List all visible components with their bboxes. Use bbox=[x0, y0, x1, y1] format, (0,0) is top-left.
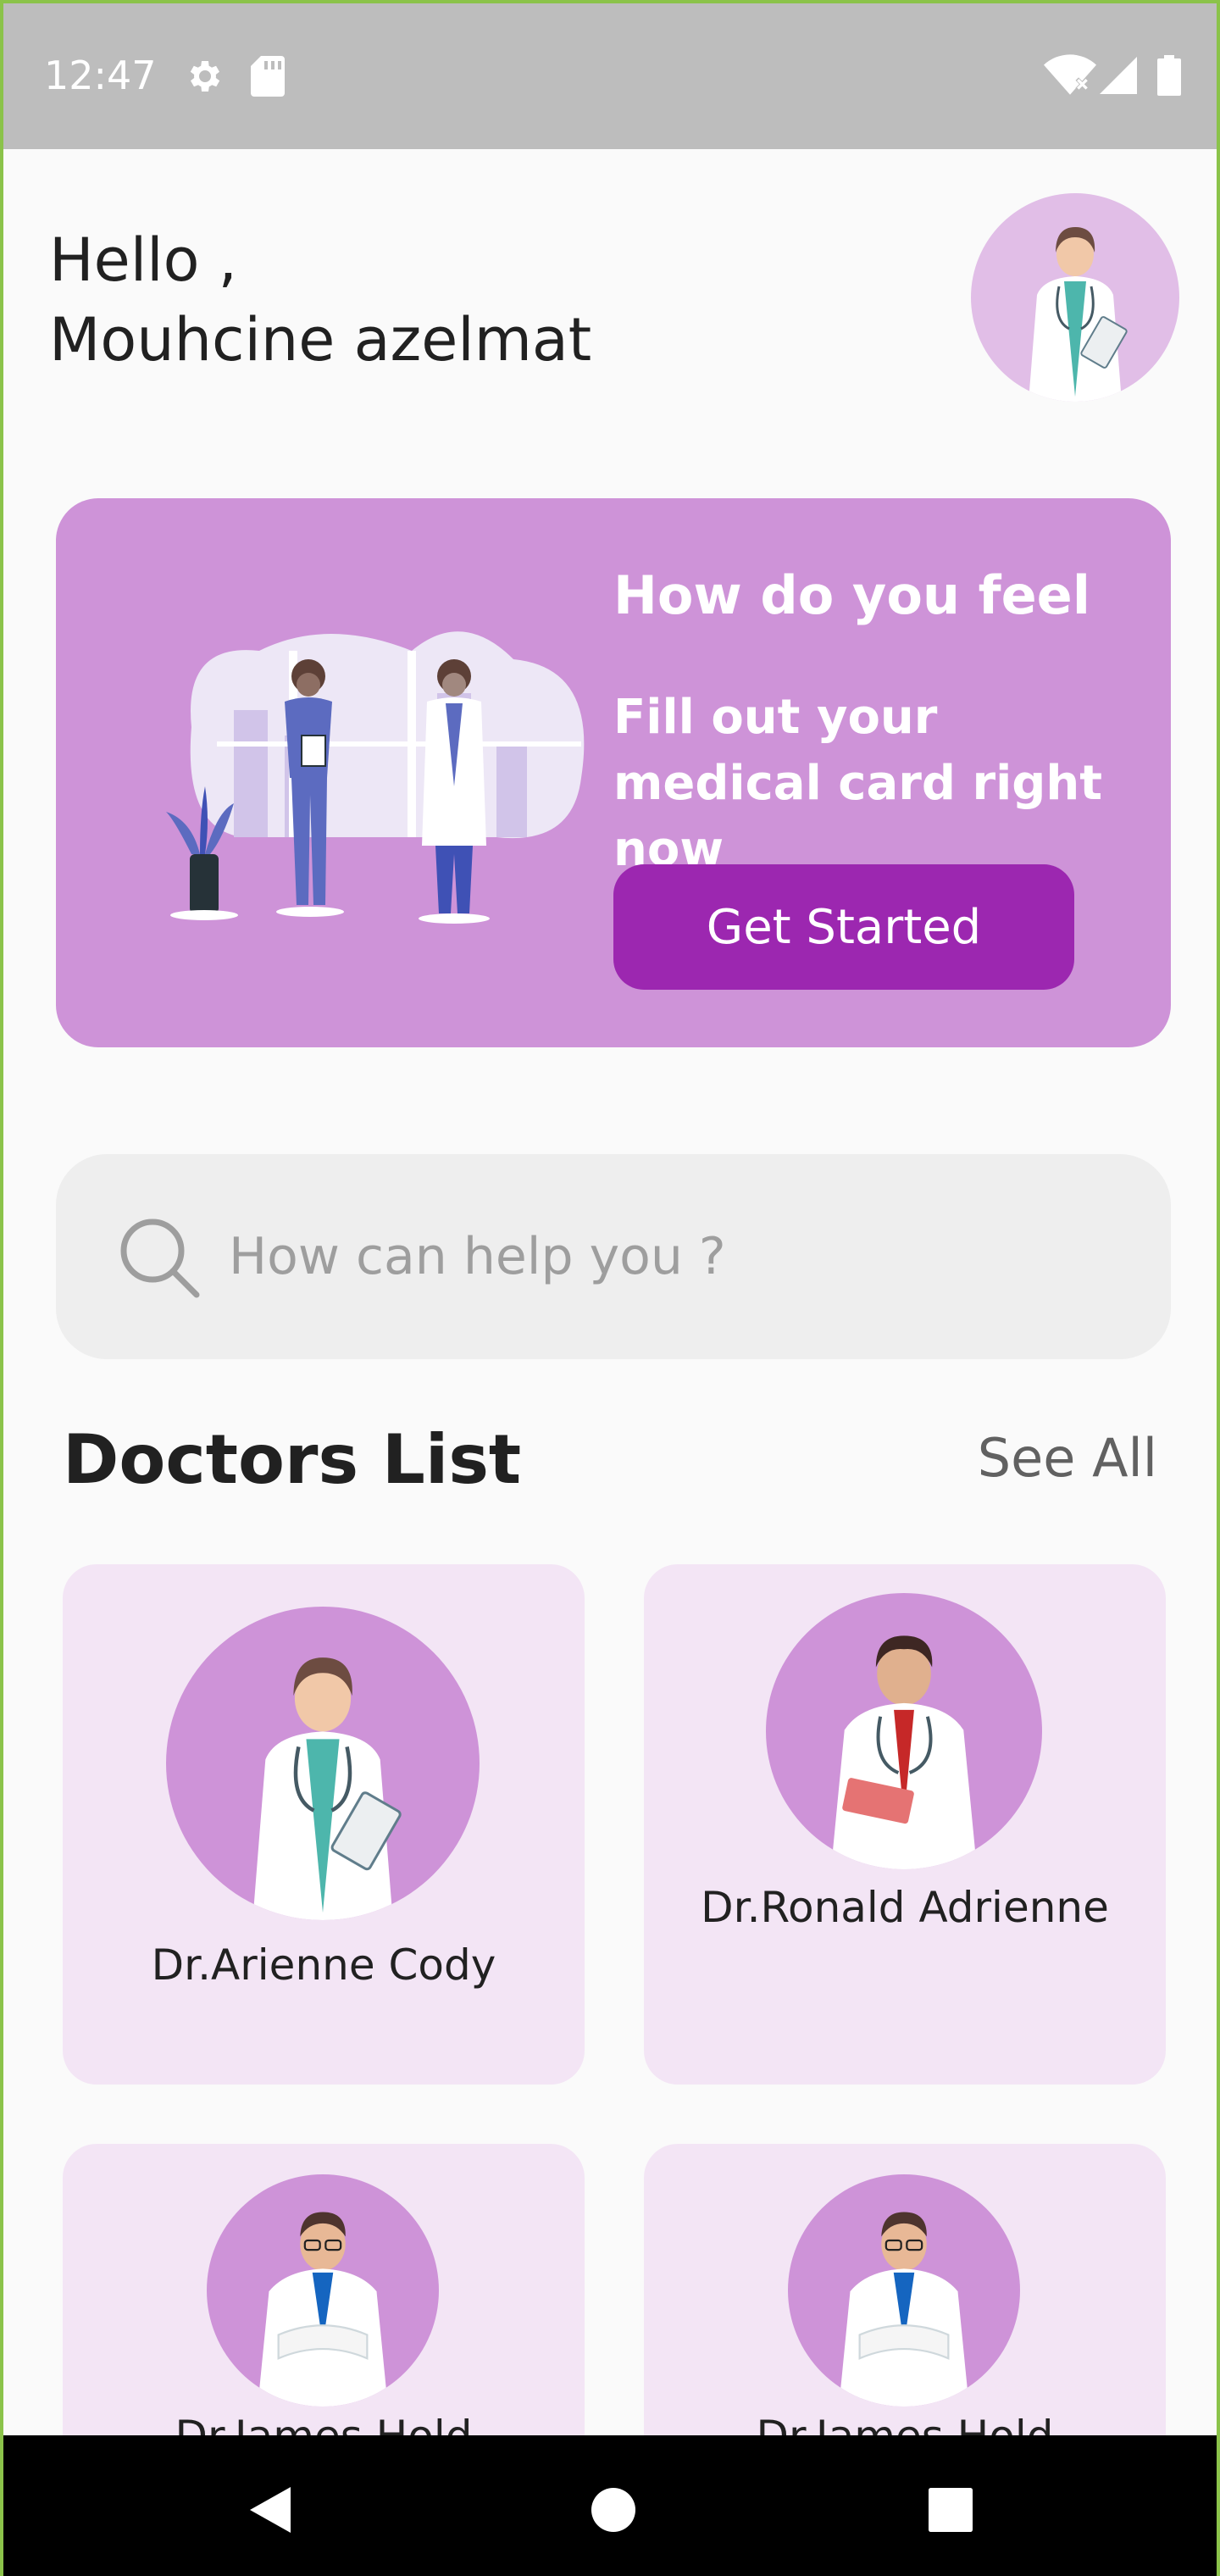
male-doctor-glasses-image bbox=[258, 2212, 388, 2407]
doctors-illustration bbox=[166, 631, 585, 924]
female-doctor-avatar-image bbox=[1029, 227, 1128, 402]
greeting: Hello , Mouhcine azelmat bbox=[49, 220, 591, 380]
back-icon[interactable] bbox=[247, 2484, 293, 2535]
doctor-photo bbox=[207, 2174, 439, 2407]
male-doctor-image bbox=[830, 1635, 978, 1869]
banner-title: How do you feel bbox=[613, 564, 1090, 626]
banner-subtitle: Fill out your medical card right now bbox=[613, 690, 1103, 877]
doctor-photo bbox=[766, 1593, 1042, 1869]
status-time: 12:47 bbox=[44, 53, 157, 98]
user-name: Mouhcine azelmat bbox=[49, 305, 592, 375]
profile-avatar[interactable] bbox=[971, 193, 1179, 402]
greeting-hello: Hello , bbox=[49, 225, 237, 295]
system-nav-bar bbox=[3, 2435, 1217, 2576]
search-input[interactable]: How can help you ? bbox=[229, 1227, 726, 1286]
battery-icon bbox=[1157, 55, 1181, 96]
signal-icon bbox=[1100, 57, 1137, 94]
doctor-card[interactable]: Dr.Ronald Adrienne bbox=[644, 1564, 1166, 2085]
doctor-photo bbox=[788, 2174, 1020, 2407]
sd-card-icon bbox=[251, 56, 285, 97]
wifi-icon bbox=[1044, 54, 1096, 95]
doctor-card[interactable]: Dr.Arienne Cody bbox=[63, 1564, 585, 2085]
see-all-link[interactable]: See All bbox=[978, 1427, 1157, 1489]
recents-icon[interactable] bbox=[929, 2488, 973, 2532]
female-doctor-image bbox=[252, 1657, 402, 1920]
doctors-list-title: Doctors List bbox=[63, 1420, 522, 1499]
promo-banner: How do you feel Fill out your medical ca… bbox=[56, 498, 1171, 1047]
home-icon[interactable] bbox=[591, 2488, 635, 2532]
doctor-photo bbox=[166, 1607, 480, 1920]
male-doctor-glasses-image bbox=[839, 2212, 969, 2407]
doctor-name: Dr.Arienne Cody bbox=[151, 1940, 496, 1990]
gear-icon bbox=[190, 61, 220, 92]
search-bar[interactable]: How can help you ? bbox=[56, 1154, 1171, 1359]
app-screen: 12:47 Hello , Mouhcine azelmat How do yo… bbox=[0, 0, 1220, 2576]
doctor-name: Dr.Ronald Adrienne bbox=[701, 1883, 1109, 1932]
status-bar: 12:47 bbox=[3, 3, 1217, 149]
get-started-button[interactable]: Get Started bbox=[613, 864, 1074, 990]
search-icon bbox=[120, 1219, 200, 1298]
